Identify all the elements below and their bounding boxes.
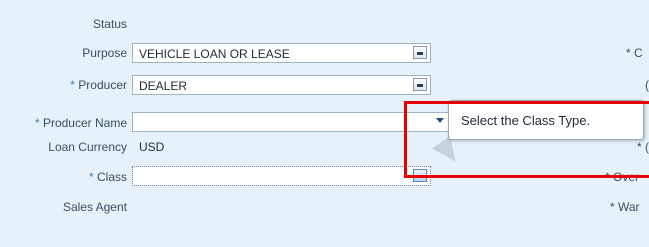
purpose-select[interactable]: VEHICLE LOAN OR LEASE	[132, 43, 431, 63]
required-marker: *	[70, 78, 75, 92]
class-label: * Class	[89, 170, 127, 184]
purpose-label-text: Purpose	[82, 46, 127, 60]
purpose-select-value: VEHICLE LOAN OR LEASE	[139, 47, 290, 61]
sales-agent-label: Sales Agent	[63, 200, 127, 214]
producer-select[interactable]: DEALER	[132, 75, 431, 95]
class-select[interactable]	[132, 166, 431, 186]
producer-label-text: Producer	[78, 78, 127, 92]
producer-name-label: * Producer Name	[35, 116, 127, 130]
loan-currency-label: Loan Currency	[48, 140, 127, 154]
producer-label: * Producer	[70, 78, 127, 92]
sales-agent-label-text: Sales Agent	[62, 200, 127, 214]
producer-select-value: DEALER	[139, 79, 188, 93]
required-marker: *	[88, 170, 94, 184]
right-label-2: (	[645, 78, 649, 92]
right-label-5: * War	[610, 200, 640, 214]
producer-dropdown-button[interactable]	[413, 78, 427, 91]
loan-currency-value: USD	[139, 140, 165, 154]
class-label-text: Class	[96, 170, 127, 184]
purpose-label: Purpose	[82, 46, 127, 60]
status-label: Status	[93, 17, 127, 31]
status-label-text: Status	[92, 17, 127, 31]
dropdown-bar-icon	[417, 84, 423, 87]
loan-currency-label-text: Loan Currency	[48, 140, 127, 154]
purpose-dropdown-button[interactable]	[413, 46, 427, 59]
highlight-annotation-box	[404, 101, 649, 178]
producer-name-label-text: Producer Name	[42, 116, 127, 130]
dropdown-bar-icon	[417, 52, 423, 55]
right-label-1: * C	[626, 46, 643, 60]
loan-application-form: Status Purpose VEHICLE LOAN OR LEASE * P…	[0, 0, 649, 247]
required-marker: *	[34, 116, 40, 130]
